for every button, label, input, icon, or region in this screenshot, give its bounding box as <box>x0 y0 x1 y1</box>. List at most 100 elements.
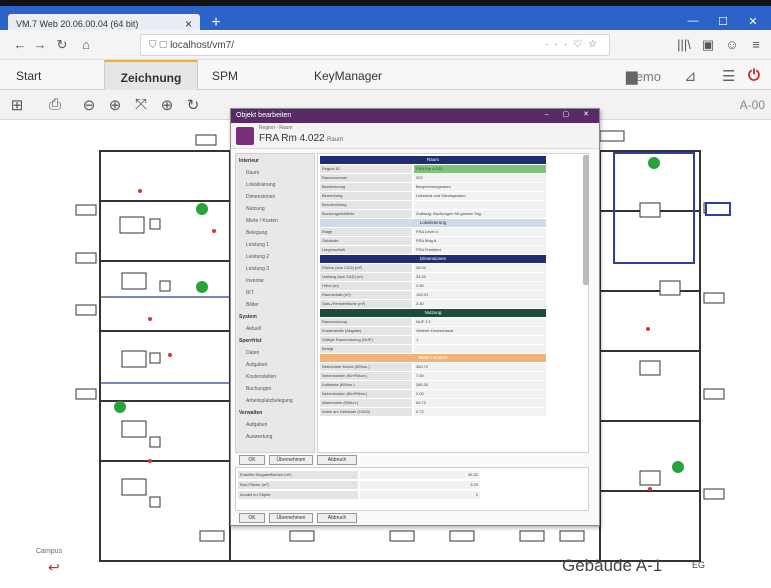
field-value[interactable]: 1 <box>414 336 546 344</box>
field-value[interactable]: 0.72 <box>414 408 546 416</box>
close-window-icon[interactable]: ✕ <box>740 15 766 28</box>
sidebar-item[interactable]: Leistung 2 <box>246 254 269 260</box>
section-header: Dimensionen <box>320 255 546 263</box>
library-icon[interactable]: |||\ <box>676 37 692 52</box>
sidebar-item[interactable]: Leistung 1 <box>246 242 269 248</box>
field-value[interactable]: 022 <box>414 174 546 182</box>
sidebar-section-header: System <box>239 314 257 320</box>
refresh-icon[interactable]: ↻ <box>184 96 202 114</box>
url-text: localhost/vm7/ <box>170 40 234 51</box>
fit-icon[interactable]: ⤧ <box>132 96 150 113</box>
apply-button[interactable]: Übernehmen <box>269 513 313 523</box>
forward-icon[interactable]: → <box>32 37 48 52</box>
field-value[interactable]: 64.72 <box>414 399 546 407</box>
field-label: Raumnutzung <box>320 318 412 326</box>
lower-field-value[interactable]: 3.20 <box>360 481 480 489</box>
new-icon[interactable]: ⊞ <box>8 96 26 114</box>
maximize-icon[interactable]: ☐ <box>710 15 736 28</box>
field-value[interactable]: 280.30 <box>414 381 546 389</box>
field-value[interactable]: NUF 2.1 <box>414 318 546 326</box>
sidebar-item[interactable]: IKT <box>246 290 254 296</box>
field-value[interactable]: Besprechungsraum <box>414 183 546 191</box>
ok-button[interactable]: OK <box>239 513 265 523</box>
url-field[interactable]: ⛉ ▢ localhost/vm7/ ···♡☆ <box>140 34 610 56</box>
field-value[interactable]: 2.80 <box>414 282 546 290</box>
field-value[interactable]: Leitstand und Sitzungsraum <box>414 192 546 200</box>
reload-icon[interactable]: ↻ <box>54 37 70 53</box>
field-value[interactable]: 7.50 <box>414 372 546 380</box>
tab-keymanager[interactable]: KeyManager <box>304 60 392 90</box>
field-value[interactable]: FRA Level 4 <box>414 228 546 236</box>
menu-icon[interactable]: ☰ <box>722 67 735 85</box>
sidebar-item[interactable]: Leistung 3 <box>246 266 269 272</box>
tab-zeichnung[interactable]: Zeichnung <box>104 60 198 90</box>
home-icon[interactable]: ⌂ <box>78 37 94 52</box>
back-arrow-icon[interactable]: ↩ <box>48 559 60 576</box>
field-value[interactable]: 2.00 <box>414 390 546 398</box>
field-value[interactable]: Vertrieb Deutschland <box>414 327 546 335</box>
content-scrollbar[interactable] <box>583 155 589 285</box>
cancel-button[interactable]: Abbruch <box>317 513 357 523</box>
lower-field-value[interactable]: 2 <box>360 491 480 499</box>
sidebar-item[interactable]: Daten <box>246 350 259 356</box>
sidebar-item[interactable]: Auswertung <box>246 434 272 440</box>
field-label: Bezeichnung <box>320 183 412 191</box>
sidebar-item[interactable]: Aktuell <box>246 326 261 332</box>
tab-spm[interactable]: SPM <box>202 60 248 90</box>
ok-button-mid[interactable]: OK <box>239 455 265 465</box>
sidebar-item[interactable]: Raum <box>246 170 259 176</box>
sidebar-item[interactable]: Belegung <box>246 230 267 236</box>
field-value[interactable]: 360.72 <box>414 363 546 371</box>
sidebar-item[interactable]: Inventar <box>246 278 264 284</box>
lower-field-value[interactable]: 36.32 <box>360 471 480 479</box>
field-label: Rauminhalt (m³) <box>320 291 412 299</box>
sidebar-section-header: Sperrfrist <box>239 338 262 344</box>
field-label: Kaltmiete (€/Mon.) <box>320 381 412 389</box>
sidebar-item[interactable]: Arbeitsplatzbelegung <box>246 398 293 404</box>
power-icon[interactable]: ⏻ <box>748 67 760 84</box>
page-actions-icon[interactable]: ···♡☆ <box>545 39 603 50</box>
sidebar-item[interactable]: Kostenstellen <box>246 374 276 380</box>
hamburger-menu-icon[interactable]: ≡ <box>748 37 764 52</box>
field-value[interactable]: 24.32 <box>414 273 546 281</box>
account-icon[interactable]: ☺ <box>724 37 740 52</box>
print-icon[interactable]: ⎙ <box>46 96 64 113</box>
field-value[interactable]: 100.91 <box>414 291 546 299</box>
dialog-titlebar: Objekt bearbeiten – ▢ ✕ <box>231 109 599 123</box>
apply-button-mid[interactable]: Übernehmen <box>269 455 313 465</box>
back-icon[interactable]: ← <box>12 37 28 52</box>
zoom-in-icon[interactable]: ⊕ <box>106 96 124 114</box>
sidebar-item[interactable]: Miete / Kosten <box>246 218 278 224</box>
zoom-out-icon[interactable]: ⊖ <box>80 96 98 114</box>
sidebar-section-header: Verwalten <box>239 410 263 416</box>
sidebar-item[interactable]: Aufgaben <box>246 422 267 428</box>
field-value[interactable] <box>414 345 546 353</box>
folder-icon[interactable]: ▆ <box>626 67 638 85</box>
dialog-sidebar: Interieur Raum Lokalisierung Dimensionen Nut… <box>235 153 315 453</box>
sidebar-item[interactable]: Buchungen <box>246 386 271 392</box>
field-value[interactable]: 36.04 <box>414 264 546 272</box>
sidebar-item[interactable]: Dimensionen <box>246 194 275 200</box>
field-value[interactable] <box>414 201 546 209</box>
zoom-window-icon[interactable]: ⊕ <box>158 96 176 114</box>
field-label: Liegenschaft <box>320 246 412 254</box>
sidebar-icon[interactable]: ▣ <box>700 37 716 53</box>
sidebar-item[interactable]: Nutzung <box>246 206 265 212</box>
field-value[interactable]: FRA Bldg A <box>414 237 546 245</box>
field-label: Kostenstelle (Abgabe) <box>320 327 412 335</box>
minimize-icon[interactable]: — <box>680 15 706 27</box>
cancel-button-mid[interactable]: Abbruch <box>317 455 357 465</box>
sidebar-item[interactable]: Bilder <box>246 302 259 308</box>
chart-icon[interactable]: ⊿ <box>684 67 697 85</box>
dialog-window-controls[interactable]: – ▢ ✕ <box>545 110 595 118</box>
field-label: Warmmiete (€/Mon.) <box>320 399 412 407</box>
field-value[interactable]: FRA Rm 4.022 <box>414 165 546 173</box>
field-label: Belegt <box>320 345 412 353</box>
field-value[interactable]: FRA Frankfurt <box>414 246 546 254</box>
close-tab-icon[interactable]: × <box>185 17 192 31</box>
field-value[interactable]: Zulässig: Buchungen für ganzen Tag <box>414 210 546 218</box>
sidebar-item[interactable]: Aufgaben <box>246 362 267 368</box>
tab-start[interactable]: Start <box>6 60 51 90</box>
field-value[interactable]: 3.40 <box>414 300 546 308</box>
sidebar-item[interactable]: Lokalisierung <box>246 182 275 188</box>
